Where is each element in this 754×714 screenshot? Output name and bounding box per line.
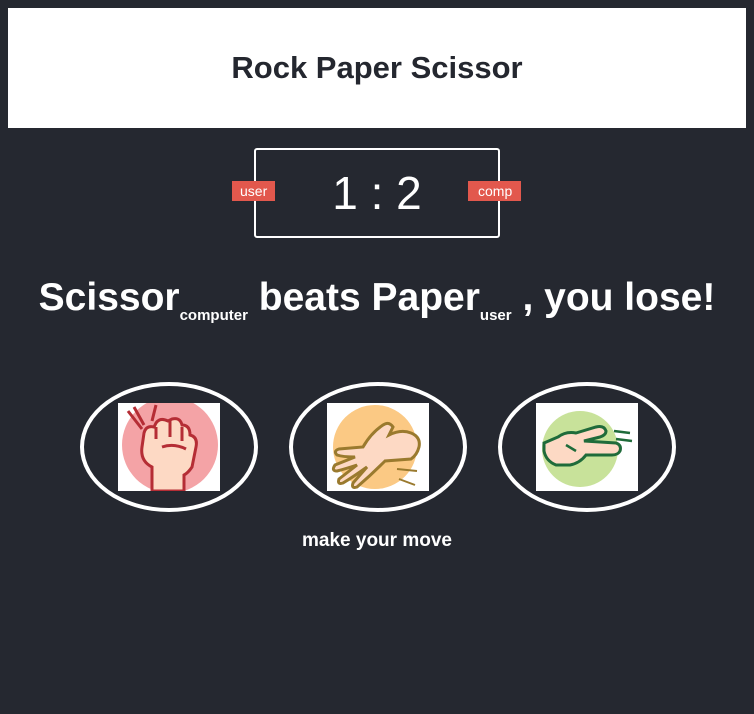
paper-hand-icon <box>327 403 429 491</box>
page-title: Rock Paper Scissor <box>231 50 523 85</box>
rock-choice-button[interactable] <box>80 382 258 512</box>
comp-badge: comp <box>468 181 522 201</box>
make-move-prompt: make your move <box>302 530 452 551</box>
loser-move: Paper <box>371 276 480 319</box>
scoreboard: 1 : 2 <box>254 148 500 238</box>
scissor-choice-button[interactable] <box>498 382 676 512</box>
score-separator: : <box>370 167 384 219</box>
result-message: Scissorcomputer beats Paperuser , you lo… <box>0 276 754 323</box>
header-bar: Rock Paper Scissor <box>8 8 746 128</box>
user-badge: user <box>232 181 276 201</box>
winner-move: Scissor <box>38 276 180 319</box>
score-display: 1 : 2 <box>256 166 498 220</box>
user-score: 1 <box>332 167 358 219</box>
comp-score: 2 <box>396 167 422 219</box>
paper-choice-button[interactable] <box>289 382 467 512</box>
loser-tag: user <box>479 307 512 324</box>
winner-tag: computer <box>179 307 248 324</box>
result-outcome: , you lose! <box>522 276 716 319</box>
rock-fist-icon <box>118 403 220 491</box>
scissor-hand-icon <box>536 403 638 491</box>
result-verb: beats <box>258 276 361 319</box>
